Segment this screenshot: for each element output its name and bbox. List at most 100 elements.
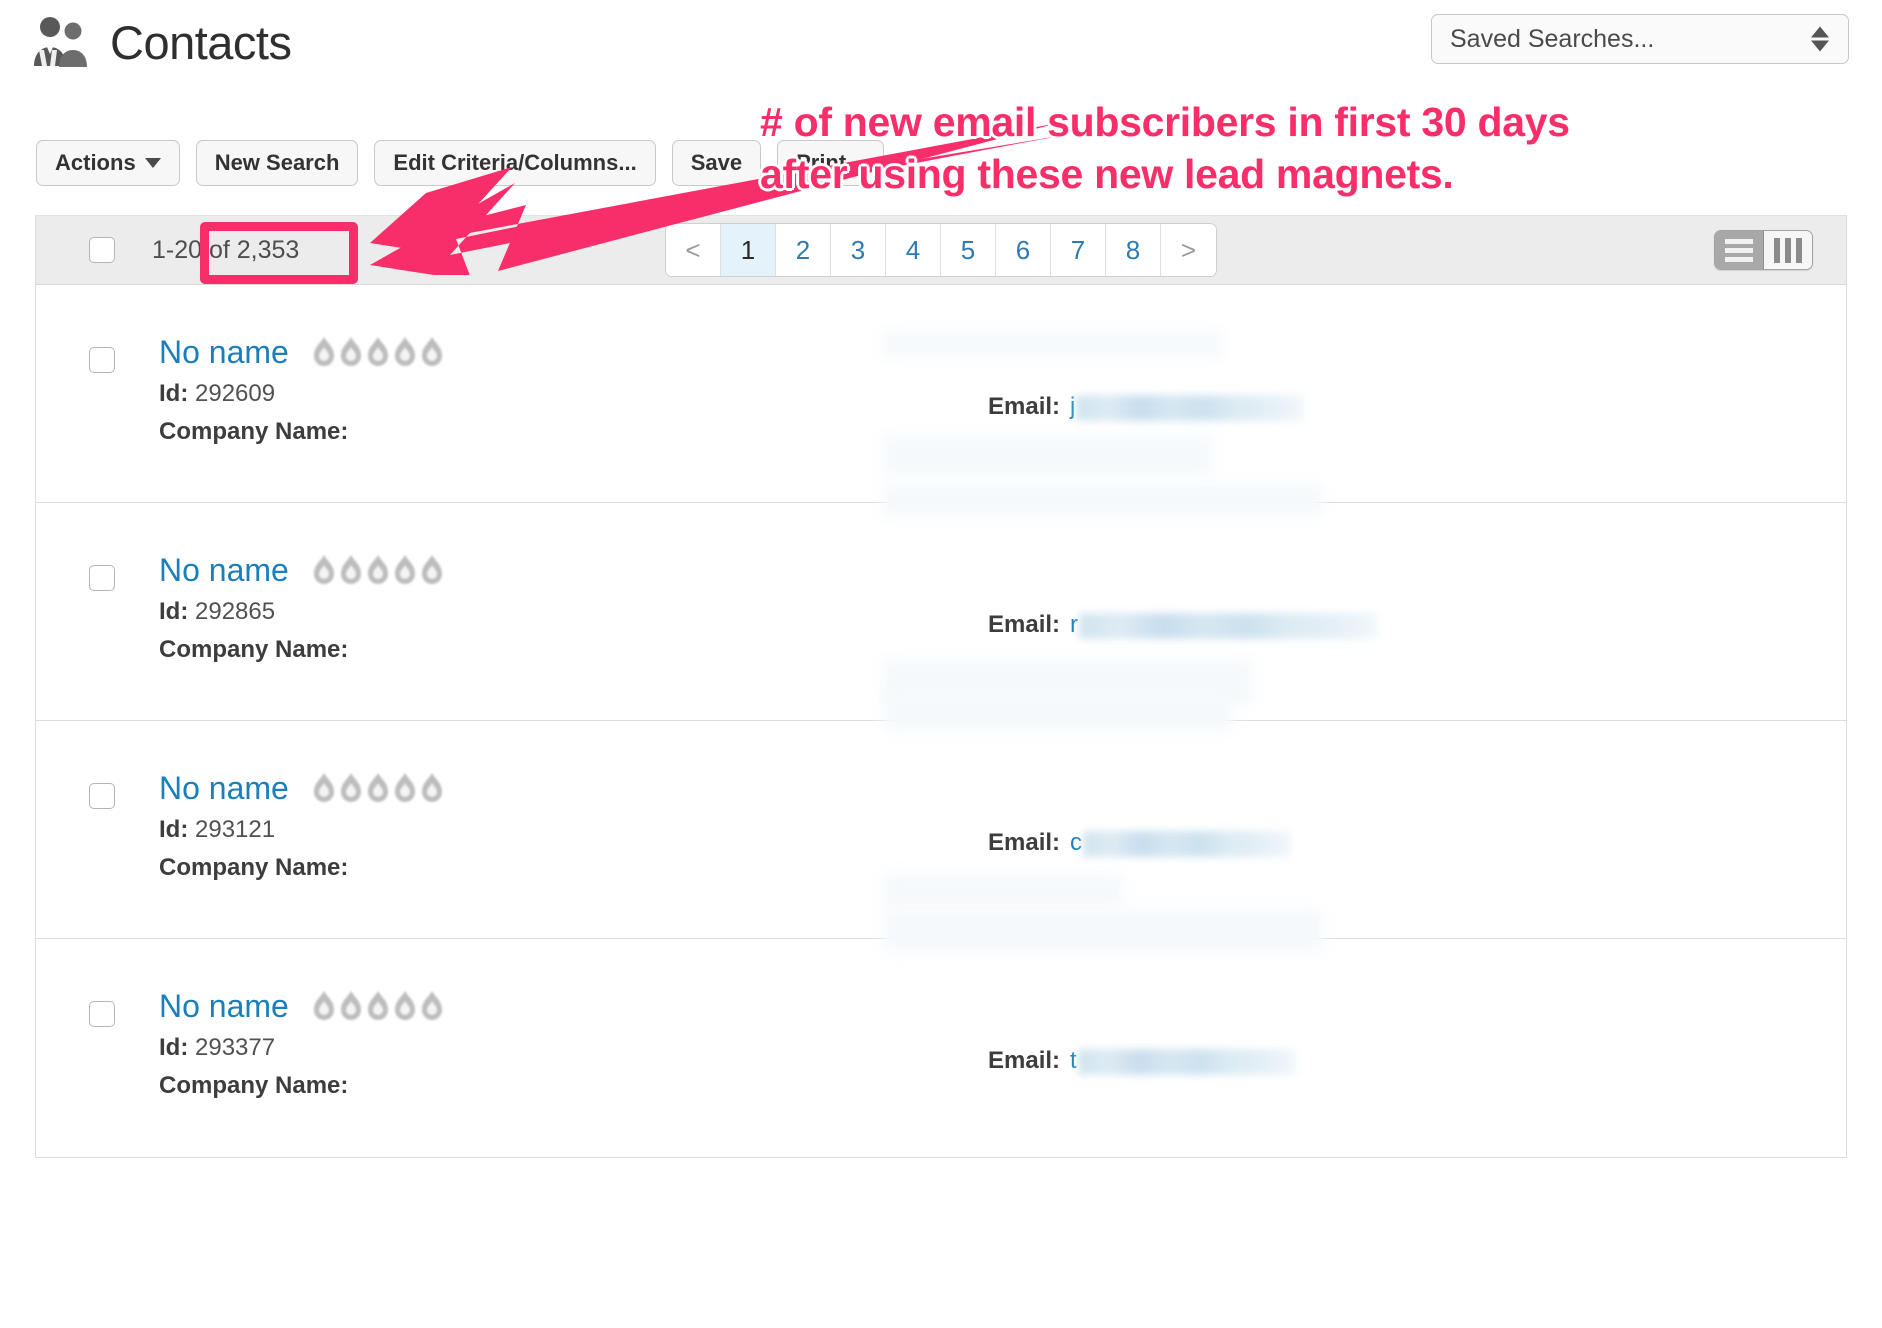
email-visible-prefix: c <box>1070 829 1083 856</box>
email-redacted-blur <box>1077 1048 1296 1075</box>
id-value: 292609 <box>195 380 276 408</box>
pagination-next-button[interactable]: > <box>1161 224 1216 276</box>
id-value: 293377 <box>195 1034 276 1062</box>
email-link[interactable]: r <box>1070 611 1378 639</box>
page-title: Contacts <box>110 15 292 69</box>
email-label: Email: <box>988 1047 1061 1074</box>
page-header: Contacts <box>30 14 292 70</box>
pagination: < 1 2 3 4 5 6 7 8 > <box>665 223 1217 277</box>
row-main: No name Id: 293121 Company Name: <box>159 770 445 882</box>
chevron-down-icon <box>144 158 161 168</box>
pagination-page-3[interactable]: 3 <box>831 224 886 276</box>
pagination-page-5[interactable]: 5 <box>941 224 996 276</box>
contact-name-link[interactable]: No name <box>159 552 289 588</box>
pagination-page-2[interactable]: 2 <box>776 224 831 276</box>
results-table: 1-20 of 2,353 < 1 2 3 4 5 6 7 8 > No nam… <box>35 215 1847 1158</box>
row-company-field: Company Name: <box>159 854 445 882</box>
rating-flames-icon <box>311 990 445 1024</box>
contact-name-link[interactable]: No name <box>159 770 289 806</box>
row-id-field: Id: 292865 <box>159 598 445 626</box>
results-toolbar: 1-20 of 2,353 < 1 2 3 4 5 6 7 8 > <box>36 215 1846 285</box>
row-email-field: Email: t <box>988 1047 1296 1075</box>
table-row[interactable]: No name Id: 293121 Company Name: Email: <box>36 691 1846 939</box>
actions-button[interactable]: Actions <box>36 140 180 186</box>
contact-name-link[interactable]: No name <box>159 334 289 370</box>
new-search-button[interactable]: New Search <box>195 140 359 186</box>
table-row[interactable]: No name Id: 293377 Company Name: Email: <box>36 909 1846 1157</box>
row-company-field: Company Name: <box>159 418 445 446</box>
row-email-field: Email: j <box>988 393 1305 421</box>
edit-criteria-columns-button[interactable]: Edit Criteria/Columns... <box>374 140 656 186</box>
redacted-ghost-block <box>883 435 1213 475</box>
row-main: No name Id: 293377 Company Name: <box>159 988 445 1100</box>
email-link[interactable]: j <box>1070 393 1305 421</box>
email-visible-prefix: t <box>1070 1047 1077 1074</box>
email-visible-prefix: j <box>1070 393 1076 420</box>
id-value: 292865 <box>195 598 276 626</box>
row-company-field: Company Name: <box>159 1072 445 1100</box>
row-main: No name Id: 292609 Company Name: <box>159 334 445 446</box>
saved-searches-dropdown[interactable]: Saved Searches... <box>1431 14 1849 64</box>
rating-flames-icon <box>311 554 445 588</box>
email-label: Email: <box>988 611 1061 638</box>
id-label: Id: <box>159 380 189 408</box>
redacted-ghost-block <box>883 658 1253 704</box>
column-view-icon[interactable] <box>1764 231 1812 269</box>
row-name-line: No name <box>159 988 445 1024</box>
email-redacted-blur <box>1076 394 1305 421</box>
company-label: Company Name: <box>159 1072 349 1100</box>
row-id-field: Id: 293377 <box>159 1034 445 1062</box>
actions-button-label: Actions <box>55 150 136 175</box>
contacts-people-icon <box>30 14 92 70</box>
pagination-page-6[interactable]: 6 <box>996 224 1051 276</box>
company-label: Company Name: <box>159 418 349 446</box>
row-id-field: Id: 293121 <box>159 816 445 844</box>
email-redacted-blur <box>1079 612 1378 639</box>
email-redacted-blur <box>1083 830 1292 857</box>
redacted-ghost-block <box>883 873 1123 907</box>
annotation-line-1: # of new email subscribers in first 30 d… <box>760 99 1570 145</box>
pagination-page-7[interactable]: 7 <box>1051 224 1106 276</box>
row-checkbox[interactable] <box>89 783 115 809</box>
id-label: Id: <box>159 1034 189 1062</box>
annotation-text: # of new email subscribers in first 30 d… <box>760 96 1820 201</box>
list-view-icon[interactable] <box>1715 231 1764 269</box>
email-label: Email: <box>988 393 1061 420</box>
table-row[interactable]: No name Id: 292865 Company Name: Email: <box>36 483 1846 721</box>
email-link[interactable]: c <box>1070 829 1292 857</box>
email-label: Email: <box>988 829 1061 856</box>
company-label: Company Name: <box>159 854 349 882</box>
row-company-field: Company Name: <box>159 636 445 664</box>
result-count-text: 1-20 of 2,353 <box>152 235 300 264</box>
select-all-checkbox[interactable] <box>89 237 115 263</box>
id-value: 293121 <box>195 816 276 844</box>
pagination-page-8[interactable]: 8 <box>1106 224 1161 276</box>
row-checkbox[interactable] <box>89 347 115 373</box>
save-button[interactable]: Save <box>671 140 762 186</box>
row-checkbox[interactable] <box>89 1001 115 1027</box>
email-link[interactable]: t <box>1070 1047 1296 1075</box>
row-name-line: No name <box>159 552 445 588</box>
pagination-page-1[interactable]: 1 <box>721 224 776 276</box>
rating-flames-icon <box>311 336 445 370</box>
pagination-prev-button[interactable]: < <box>666 224 721 276</box>
redacted-ghost-block <box>883 330 1223 358</box>
toolbar: Actions New Search Edit Criteria/Columns… <box>36 140 884 186</box>
row-email-field: Email: r <box>988 611 1378 639</box>
row-name-line: No name <box>159 334 445 370</box>
annotation-line-2: after using these new lead magnets. <box>760 151 1454 198</box>
print-button[interactable]: Print... <box>777 140 884 186</box>
row-email-field: Email: c <box>988 829 1292 857</box>
table-row[interactable]: No name Id: 292609 Company Name: Email: <box>36 285 1846 503</box>
email-visible-prefix: r <box>1070 611 1079 638</box>
saved-searches-select[interactable]: Saved Searches... <box>1431 14 1849 64</box>
contact-name-link[interactable]: No name <box>159 988 289 1024</box>
rating-flames-icon <box>311 772 445 806</box>
row-name-line: No name <box>159 770 445 806</box>
id-label: Id: <box>159 816 189 844</box>
pagination-page-4[interactable]: 4 <box>886 224 941 276</box>
company-label: Company Name: <box>159 636 349 664</box>
row-checkbox[interactable] <box>89 565 115 591</box>
row-id-field: Id: 292609 <box>159 380 445 408</box>
row-main: No name Id: 292865 Company Name: <box>159 552 445 664</box>
